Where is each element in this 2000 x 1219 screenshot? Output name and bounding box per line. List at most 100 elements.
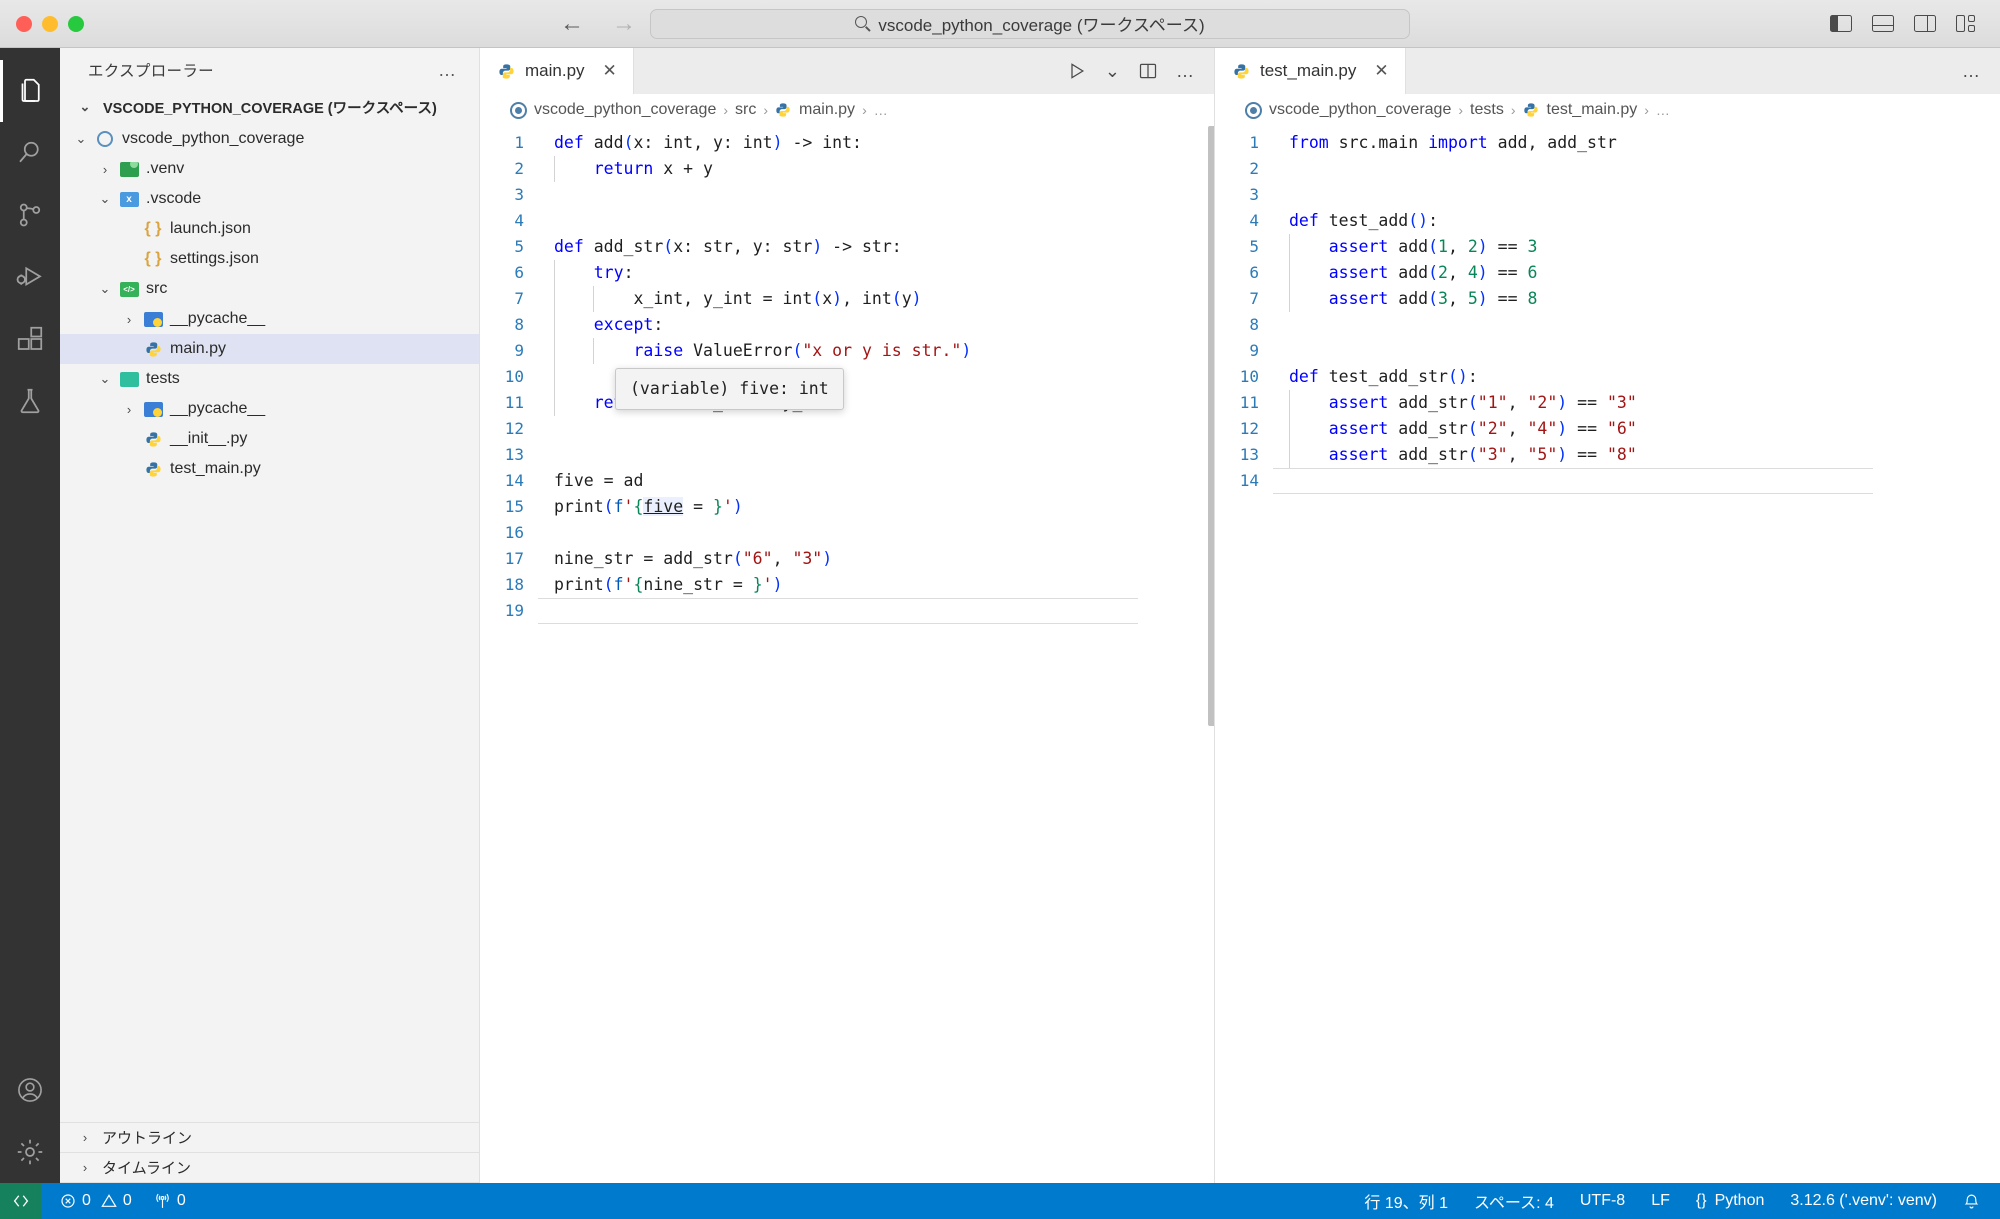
sidebar-more-actions[interactable]: …	[438, 60, 457, 81]
code-token: -> int:	[782, 133, 862, 152]
code-token: '	[722, 497, 733, 516]
activity-source-control[interactable]	[0, 184, 60, 246]
split-editor-button[interactable]	[1138, 61, 1158, 81]
editor-more-actions[interactable]: …	[1962, 61, 1980, 82]
activity-explorer[interactable]	[0, 60, 60, 122]
tree-item--vscode[interactable]: ⌄ x .vscode	[60, 184, 479, 214]
indentation-setting[interactable]: スペース: 4	[1474, 1189, 1554, 1213]
eol-setting[interactable]: LF	[1651, 1192, 1670, 1210]
chevron-right-icon[interactable]: ›	[118, 312, 140, 327]
python-interpreter[interactable]: 3.12.6 ('.venv': venv)	[1790, 1192, 1937, 1210]
code-token: (	[603, 575, 614, 594]
code-token: ,	[1507, 419, 1528, 438]
breadcrumb-item[interactable]: …	[874, 102, 888, 118]
code-line: 8 except:	[480, 312, 1214, 338]
chevron-right-icon[interactable]: ›	[94, 162, 116, 177]
problems-errors[interactable]: 0	[60, 1192, 91, 1210]
code-editor-main[interactable]: 1 def add(x: int, y: int) -> int: 2 return…	[480, 126, 1214, 1183]
activity-search[interactable]	[0, 122, 60, 184]
activity-testing[interactable]	[0, 370, 60, 432]
tree-item-vscode-python-coverage[interactable]: ⌄ vscode_python_coverage	[60, 124, 479, 154]
activity-run-and-debug[interactable]	[0, 246, 60, 308]
toggle-primary-sidebar-icon[interactable]	[1830, 15, 1852, 32]
tab-main-py[interactable]: main.py ✕	[480, 48, 634, 94]
chevron-down-icon[interactable]: ⌄	[94, 281, 116, 297]
tree-item-settings-json[interactable]: { } settings.json	[60, 244, 479, 274]
editor-scrollbar[interactable]	[1208, 126, 1214, 726]
activity-accounts[interactable]	[0, 1059, 60, 1121]
breadcrumb-item[interactable]: vscode_python_coverage	[534, 101, 716, 119]
language-mode[interactable]: {} Python	[1696, 1192, 1765, 1210]
forward-arrow-icon[interactable]: →	[612, 11, 636, 36]
close-tab-icon[interactable]: ✕	[1374, 61, 1388, 81]
code-line: 14	[1215, 468, 2000, 494]
tree-item-launch-json[interactable]: { } launch.json	[60, 214, 479, 244]
code-line-text	[538, 364, 555, 390]
close-window-button[interactable]	[16, 15, 32, 32]
minimize-window-button[interactable]	[42, 15, 58, 32]
tree-item--venv[interactable]: › .venv	[60, 154, 479, 184]
chevron-down-icon: ⌄	[79, 99, 91, 114]
breadcrumb-item[interactable]: vscode_python_coverage	[1269, 101, 1451, 119]
chevron-down-icon[interactable]: ⌄	[94, 191, 116, 207]
file-tree: ⌄ vscode_python_coverage › .venv ⌄ x .vscode{ …	[60, 122, 479, 1122]
tree-item--pycache-[interactable]: › __pycache__	[60, 394, 479, 424]
back-arrow-icon[interactable]: ←	[560, 11, 584, 36]
cursor-position[interactable]: 行 19、列 1	[1364, 1189, 1448, 1213]
tree-item--pycache-[interactable]: › __pycache__	[60, 304, 479, 334]
maximize-window-button[interactable]	[68, 15, 84, 32]
problems-warnings[interactable]: 0	[101, 1192, 132, 1210]
code-line: 4 def test_add():	[1215, 208, 2000, 234]
tree-item-label: launch.json	[170, 220, 251, 237]
code-token: test_add	[1318, 211, 1409, 230]
code-token: assert	[1328, 445, 1389, 464]
editor-more-actions[interactable]: …	[1176, 61, 1194, 82]
code-token: -> str:	[822, 237, 902, 256]
code-line-text: def test_add_str():	[1273, 364, 1478, 390]
customize-layout-icon[interactable]	[1956, 15, 1978, 32]
forwarded-ports[interactable]: 0	[154, 1192, 186, 1210]
tree-item-main-py[interactable]: main.py	[60, 334, 479, 364]
chevron-down-icon[interactable]: ⌄	[70, 131, 92, 147]
breadcrumb-item[interactable]: src	[735, 101, 756, 119]
code-token: nine_str = add_str	[554, 549, 733, 568]
tree-item-test-main-py[interactable]: test_main.py	[60, 454, 479, 484]
remote-window-indicator[interactable]	[0, 1183, 42, 1219]
timeline-section[interactable]: › タイムライン	[60, 1153, 479, 1183]
run-python-file-button[interactable]	[1067, 61, 1087, 81]
code-token: f	[613, 497, 624, 516]
close-tab-icon[interactable]: ✕	[603, 61, 617, 81]
code-editor-test[interactable]: 1 from src.main import add, add_str 2 3 4 def…	[1215, 126, 2000, 1183]
code-token: (	[603, 497, 614, 516]
breadcrumb-item[interactable]: tests	[1470, 101, 1504, 119]
code-token: five = ad	[554, 471, 644, 490]
run-options-chevron[interactable]: ⌄	[1105, 61, 1120, 82]
tree-item-tests[interactable]: ⌄ tests	[60, 364, 479, 394]
code-line-text: raise ValueError("x or y is str.")	[538, 338, 971, 364]
tree-item-src[interactable]: ⌄ </> src	[60, 274, 479, 304]
tab-test-main-py[interactable]: test_main.py ✕	[1215, 48, 1406, 94]
tree-item--init-py[interactable]: __init__.py	[60, 424, 479, 454]
code-token: ==	[1567, 393, 1607, 412]
code-token: (	[1467, 445, 1478, 464]
activity-manage-settings[interactable]	[0, 1121, 60, 1183]
activity-extensions[interactable]	[0, 308, 60, 370]
sidebar-header: エクスプローラー …	[60, 48, 479, 92]
workspace-root-row[interactable]: ⌄ VSCODE_PYTHON_COVERAGE (ワークスペース)	[60, 92, 479, 122]
notifications-bell-icon[interactable]	[1963, 1193, 1980, 1210]
breadcrumb-item[interactable]: …	[1656, 102, 1670, 118]
python-file-icon	[1233, 63, 1250, 80]
breadcrumb-item[interactable]: main.py	[799, 101, 855, 119]
outline-section[interactable]: › アウトライン	[60, 1123, 479, 1153]
command-center-search[interactable]: vscode_python_coverage (ワークスペース)	[650, 8, 1410, 39]
line-number: 10	[1239, 367, 1259, 386]
code-token: )	[732, 497, 743, 516]
toggle-secondary-sidebar-icon[interactable]	[1914, 15, 1936, 32]
chevron-down-icon[interactable]: ⌄	[94, 371, 116, 387]
breadcrumb-item[interactable]: test_main.py	[1547, 101, 1638, 119]
encoding-setting[interactable]: UTF-8	[1580, 1192, 1625, 1210]
toggle-panel-icon[interactable]	[1872, 15, 1894, 32]
chevron-right-icon[interactable]: ›	[118, 402, 140, 417]
